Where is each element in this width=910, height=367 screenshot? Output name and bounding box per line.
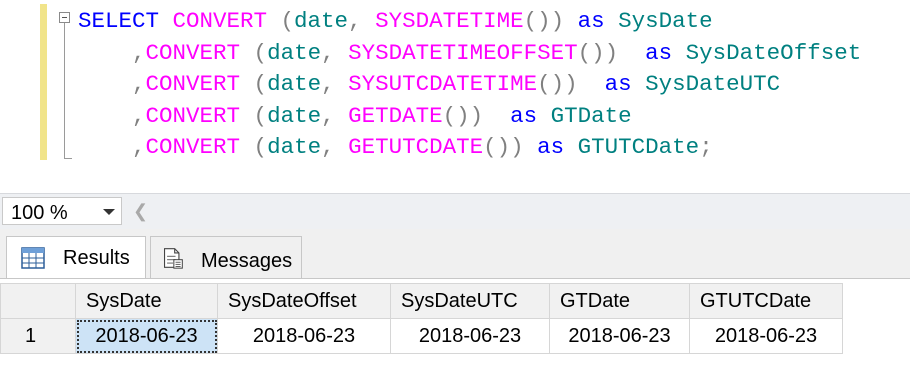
- code-token: CONVERT: [145, 71, 241, 97]
- tab-messages-label: Messages: [201, 250, 293, 272]
- code-line[interactable]: ,CONVERT (date, SYSDATETIMEOFFSET()) as …: [78, 38, 861, 70]
- code-token: SysDateOffset: [685, 39, 862, 66]
- code-token: (: [240, 134, 268, 160]
- tab-messages[interactable]: Messages: [150, 236, 302, 278]
- results-grid: SysDate SysDateOffset SysDateUTC GTDate …: [0, 278, 910, 367]
- column-header[interactable]: SysDateOffset: [217, 283, 391, 319]
- code-token: CONVERT: [172, 8, 268, 34]
- header-row: SysDate SysDateOffset SysDateUTC GTDate …: [0, 283, 843, 319]
- code-token: CONVERT: [145, 102, 241, 129]
- code-token: ()): [577, 39, 646, 66]
- code-line[interactable]: SELECT CONVERT (date, SYSDATETIME()) as …: [78, 6, 861, 38]
- code-token: ,: [348, 8, 376, 34]
- query-editor[interactable]: SELECT CONVERT (date, SYSDATETIME()) as …: [0, 0, 910, 193]
- code-token: as: [645, 39, 686, 66]
- code-token: ,: [132, 134, 146, 160]
- code-token: ,: [321, 134, 349, 160]
- code-token: GETUTCDATE: [348, 134, 484, 160]
- chevron-down-icon[interactable]: [103, 209, 115, 215]
- fold-guide-end: [64, 158, 72, 159]
- code-token: CONVERT: [145, 39, 241, 66]
- code-token: ,: [321, 39, 349, 66]
- code-token: (: [240, 102, 268, 129]
- code-token: date: [267, 134, 322, 160]
- column-header[interactable]: GTDate: [549, 283, 690, 319]
- code-token: SysDateUTC: [645, 71, 781, 97]
- code-token: SYSUTCDATETIME: [348, 71, 538, 97]
- code-line[interactable]: ,CONVERT (date, GETUTCDATE()) as GTUTCDa…: [78, 132, 861, 164]
- code-token: ()): [523, 8, 578, 34]
- code-token: ()): [442, 102, 511, 129]
- code-token: date: [267, 39, 322, 66]
- code-token: CONVERT: [145, 134, 241, 160]
- zoom-dropdown[interactable]: 100 %: [2, 197, 122, 225]
- code-token: ,: [132, 39, 146, 66]
- change-tracking-bar: [40, 4, 47, 160]
- code-token: date: [294, 8, 349, 34]
- column-header[interactable]: GTUTCDate: [689, 283, 843, 319]
- code-token: SysDate: [618, 8, 713, 34]
- code-token: GTUTCDate: [577, 134, 700, 160]
- row-number[interactable]: 1: [0, 318, 76, 354]
- messages-icon: [163, 248, 183, 269]
- table-row[interactable]: 1 2018-06-23 2018-06-23 2018-06-23 2018-…: [0, 318, 843, 354]
- code-token: SYSDATETIMEOFFSET: [348, 39, 578, 66]
- code-token: ,: [321, 71, 349, 97]
- code-line[interactable]: ,CONVERT (date, SYSUTCDATETIME()) as Sys…: [78, 69, 861, 101]
- column-header[interactable]: SysDate: [75, 283, 218, 319]
- table-cell[interactable]: 2018-06-23: [390, 318, 550, 354]
- code-token: ,: [132, 71, 146, 97]
- code-token: SYSDATETIME: [375, 8, 524, 34]
- table-cell[interactable]: 2018-06-23: [689, 318, 843, 354]
- grid-corner[interactable]: [0, 283, 76, 319]
- sql-code[interactable]: SELECT CONVERT (date, SYSDATETIME()) as …: [78, 6, 861, 164]
- code-token: ;: [699, 134, 713, 160]
- results-tab-bar: Results Messages: [0, 229, 910, 278]
- editor-status-strip: 100 % ❮: [0, 193, 910, 230]
- table-cell[interactable]: 2018-06-23: [217, 318, 391, 354]
- code-token: as: [604, 71, 646, 97]
- code-token: ,: [321, 102, 349, 129]
- zoom-value: 100 %: [11, 202, 68, 224]
- table-cell-selected[interactable]: 2018-06-23: [75, 318, 218, 354]
- code-token: (: [240, 39, 268, 66]
- code-token: as: [537, 134, 578, 160]
- code-token: SELECT: [78, 8, 173, 34]
- code-token: GETDATE: [348, 102, 443, 129]
- grid-icon: [21, 247, 45, 269]
- table-cell[interactable]: 2018-06-23: [549, 318, 690, 354]
- tab-results-label: Results: [63, 247, 130, 269]
- results-table: SysDate SysDateOffset SysDateUTC GTDate …: [0, 283, 843, 354]
- code-token: ()): [483, 134, 538, 160]
- code-token: (: [267, 8, 295, 34]
- code-token: as: [510, 102, 551, 129]
- fold-guide-line: [64, 23, 65, 158]
- tab-results[interactable]: Results: [6, 236, 146, 278]
- scroll-left-icon[interactable]: ❮: [133, 201, 148, 222]
- code-token: date: [267, 102, 322, 129]
- code-line[interactable]: ,CONVERT (date, GETDATE()) as GTDate: [78, 101, 861, 133]
- code-token: as: [577, 8, 619, 34]
- code-token: ()): [537, 71, 605, 97]
- collapse-icon[interactable]: [59, 12, 70, 23]
- code-token: date: [267, 71, 322, 97]
- code-token: ,: [132, 102, 146, 129]
- code-token: GTDate: [550, 102, 632, 129]
- code-token: (: [240, 71, 268, 97]
- column-header[interactable]: SysDateUTC: [390, 283, 550, 319]
